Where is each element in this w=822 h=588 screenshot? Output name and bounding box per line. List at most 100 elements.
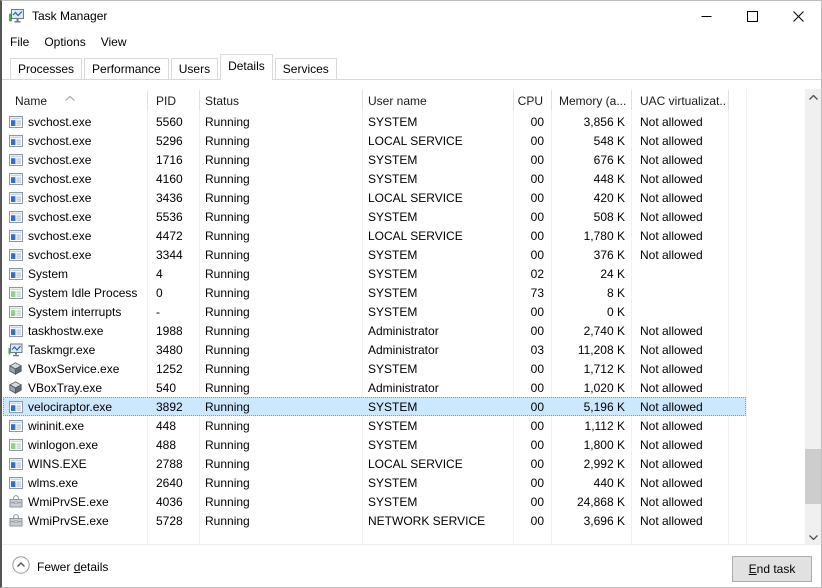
column-header-status[interactable]: Status: [198, 89, 361, 112]
process-name: svchost.exe: [28, 191, 91, 205]
cell-name[interactable]: System: [3, 264, 146, 283]
fewer-details-toggle[interactable]: Fewer details: [12, 556, 108, 577]
cell-pid: 1716: [146, 150, 198, 169]
app-green-icon: [8, 286, 23, 300]
tab-processes[interactable]: Processes: [10, 58, 82, 79]
table-row[interactable]: System Idle Process0RunningSYSTEM738 K: [3, 283, 746, 302]
cell-name[interactable]: svchost.exe: [3, 188, 146, 207]
cell-user: SYSTEM: [361, 150, 512, 169]
table-row[interactable]: svchost.exe3436RunningLOCAL SERVICE00420…: [3, 188, 746, 207]
table-row[interactable]: Taskmgr.exe3480RunningAdministrator0311,…: [3, 340, 746, 359]
cell-name[interactable]: System interrupts: [3, 302, 146, 321]
menu-view[interactable]: View: [101, 35, 127, 49]
cell-name[interactable]: VBoxService.exe: [3, 359, 146, 378]
cell-uac: Not allowed: [630, 359, 727, 378]
cell-pid: 5728: [146, 511, 198, 530]
table-row[interactable]: svchost.exe5296RunningLOCAL SERVICE00548…: [3, 131, 746, 150]
table-row[interactable]: velociraptor.exe3892RunningSYSTEM005,196…: [3, 397, 746, 416]
cell-user: LOCAL SERVICE: [361, 188, 512, 207]
cell-uac: [630, 264, 727, 283]
table-row[interactable]: VBoxService.exe1252RunningSYSTEM001,712 …: [3, 359, 746, 378]
table-row[interactable]: svchost.exe1716RunningSYSTEM00676 KNot a…: [3, 150, 746, 169]
column-header-name[interactable]: Name: [3, 89, 146, 112]
column-header-user-name[interactable]: User name: [361, 89, 512, 112]
table-row[interactable]: System interrupts-RunningSYSTEM000 K: [3, 302, 746, 321]
table-row[interactable]: wininit.exe448RunningSYSTEM001,112 KNot …: [3, 416, 746, 435]
cell-name[interactable]: WINS.EXE: [3, 454, 146, 473]
cell-pid: 2640: [146, 473, 198, 492]
table-row[interactable]: svchost.exe5536RunningSYSTEM00508 KNot a…: [3, 207, 746, 226]
column-header-uac-virtualization[interactable]: UAC virtualizat...: [630, 89, 727, 112]
process-name: wininit.exe: [28, 419, 84, 433]
table-row[interactable]: svchost.exe4472RunningLOCAL SERVICE001,7…: [3, 226, 746, 245]
cell-user: SYSTEM: [361, 112, 512, 131]
table-row[interactable]: wlms.exe2640RunningSYSTEM00440 KNot allo…: [3, 473, 746, 492]
cell-memory: 3,856 K: [550, 112, 630, 131]
cell-name[interactable]: svchost.exe: [3, 245, 146, 264]
cell-name[interactable]: wlms.exe: [3, 473, 146, 492]
table-row[interactable]: svchost.exe4160RunningSYSTEM00448 KNot a…: [3, 169, 746, 188]
menu-file[interactable]: File: [10, 35, 29, 49]
tab-details[interactable]: Details: [220, 54, 273, 80]
fewer-details-label: Fewer details: [37, 560, 108, 574]
cell-name[interactable]: svchost.exe: [3, 112, 146, 131]
cell-filler: [727, 416, 745, 435]
cell-pid: 1988: [146, 321, 198, 340]
window-controls: [683, 1, 821, 31]
tab-performance[interactable]: Performance: [84, 58, 169, 79]
cell-uac: Not allowed: [630, 207, 727, 226]
table-row[interactable]: svchost.exe3344RunningSYSTEM00376 KNot a…: [3, 245, 746, 264]
cell-name[interactable]: winlogon.exe: [3, 435, 146, 454]
menu-options[interactable]: Options: [44, 35, 85, 49]
process-name: wlms.exe: [28, 476, 78, 490]
cell-status: Running: [198, 188, 361, 207]
column-header-memory[interactable]: Memory (a...: [550, 89, 630, 112]
scrollbar-up-button[interactable]: [805, 89, 822, 106]
cell-cpu: 00: [512, 492, 550, 511]
cell-name[interactable]: wininit.exe: [3, 416, 146, 435]
cell-name[interactable]: svchost.exe: [3, 169, 146, 188]
column-header-cpu[interactable]: CPU: [512, 89, 550, 112]
cell-name[interactable]: taskhostw.exe: [3, 321, 146, 340]
app-icon: [8, 476, 23, 490]
cell-name[interactable]: VBoxTray.exe: [3, 378, 146, 397]
cell-memory: 1,712 K: [550, 359, 630, 378]
cell-user: SYSTEM: [361, 359, 512, 378]
cell-name[interactable]: WmiPrvSE.exe: [3, 511, 146, 530]
cell-name[interactable]: svchost.exe: [3, 131, 146, 150]
table-row[interactable]: winlogon.exe488RunningSYSTEM001,800 KNot…: [3, 435, 746, 454]
maximize-button[interactable]: [729, 1, 775, 31]
tab-services[interactable]: Services: [275, 58, 337, 79]
cell-status: Running: [198, 226, 361, 245]
vertical-scrollbar[interactable]: [805, 89, 822, 546]
close-button[interactable]: [775, 1, 821, 31]
cell-memory: 1,112 K: [550, 416, 630, 435]
cell-name[interactable]: velociraptor.exe: [3, 397, 146, 416]
end-task-button[interactable]: End task: [732, 556, 812, 582]
process-name: WmiPrvSE.exe: [28, 514, 109, 528]
table-row[interactable]: VBoxTray.exe540RunningAdministrator001,0…: [3, 378, 746, 397]
scrollbar-thumb[interactable]: [805, 449, 822, 504]
cell-name[interactable]: System Idle Process: [3, 283, 146, 302]
cell-name[interactable]: Taskmgr.exe: [3, 340, 146, 359]
cell-name[interactable]: svchost.exe: [3, 226, 146, 245]
cell-pid: 2788: [146, 454, 198, 473]
cell-uac: Not allowed: [630, 321, 727, 340]
tab-users[interactable]: Users: [171, 58, 218, 79]
cell-name[interactable]: WmiPrvSE.exe: [3, 492, 146, 511]
cell-memory: 11,208 K: [550, 340, 630, 359]
cell-filler: [727, 397, 745, 416]
table-row[interactable]: WINS.EXE2788RunningLOCAL SERVICE002,992 …: [3, 454, 746, 473]
table-row[interactable]: WmiPrvSE.exe4036RunningSYSTEM0024,868 KN…: [3, 492, 746, 511]
cell-name[interactable]: svchost.exe: [3, 207, 146, 226]
app-icon: [8, 400, 23, 414]
titlebar[interactable]: Task Manager: [2, 1, 821, 31]
table-row[interactable]: WmiPrvSE.exe5728RunningNETWORK SERVICE00…: [3, 511, 746, 530]
cell-name[interactable]: svchost.exe: [3, 150, 146, 169]
minimize-button[interactable]: [683, 1, 729, 31]
table-row[interactable]: System4RunningSYSTEM0224 K: [3, 264, 746, 283]
column-header-pid[interactable]: PID: [146, 89, 198, 112]
cell-memory: 508 K: [550, 207, 630, 226]
table-row[interactable]: taskhostw.exe1988RunningAdministrator002…: [3, 321, 746, 340]
table-row[interactable]: svchost.exe5560RunningSYSTEM003,856 KNot…: [3, 112, 746, 131]
